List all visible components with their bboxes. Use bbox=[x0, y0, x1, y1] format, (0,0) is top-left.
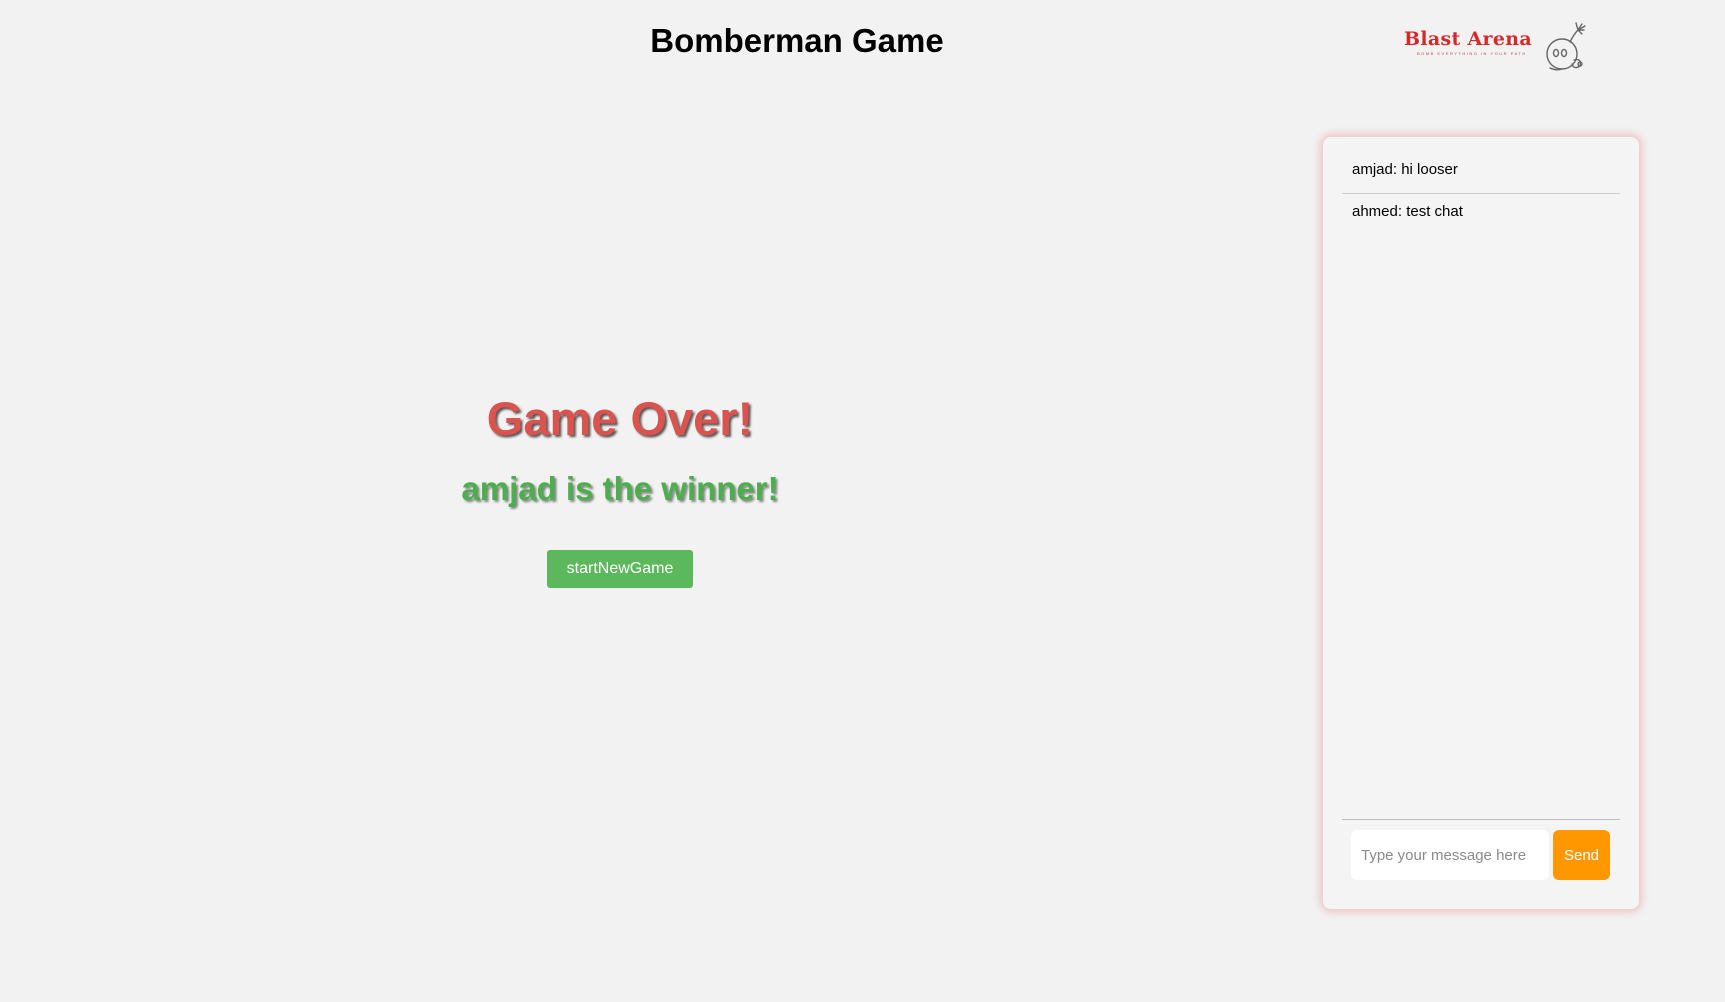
page: Bomberman Game Blast Arena BOMB EVERYTHI… bbox=[0, 0, 1725, 1002]
game-over-title: Game Over! bbox=[486, 392, 754, 445]
logo-text: Blast Arena bbox=[1404, 28, 1532, 50]
chat-message-list: amjad: hi looser ahmed: test chat bbox=[1342, 155, 1620, 820]
send-button[interactable]: Send bbox=[1553, 830, 1610, 880]
page-title: Bomberman Game bbox=[650, 22, 944, 59]
logo-tagline: BOMB EVERYTHING IN YOUR PATH bbox=[1417, 51, 1527, 56]
chat-panel: amjad: hi looser ahmed: test chat Send bbox=[1323, 137, 1639, 909]
bomb-character-icon bbox=[1546, 22, 1586, 71]
chat-message: amjad: hi looser bbox=[1352, 161, 1458, 178]
start-new-game-button[interactable]: startNewGame bbox=[547, 550, 693, 588]
game-over-panel: Game Over! amjad is the winner! startNew… bbox=[420, 395, 820, 588]
winner-text: amjad is the winner! bbox=[461, 470, 779, 507]
chat-message: ahmed: test chat bbox=[1342, 193, 1620, 231]
chat-message-input[interactable] bbox=[1351, 830, 1549, 880]
logo: Blast Arena BOMB EVERYTHING IN YOUR PATH bbox=[1400, 16, 1592, 72]
